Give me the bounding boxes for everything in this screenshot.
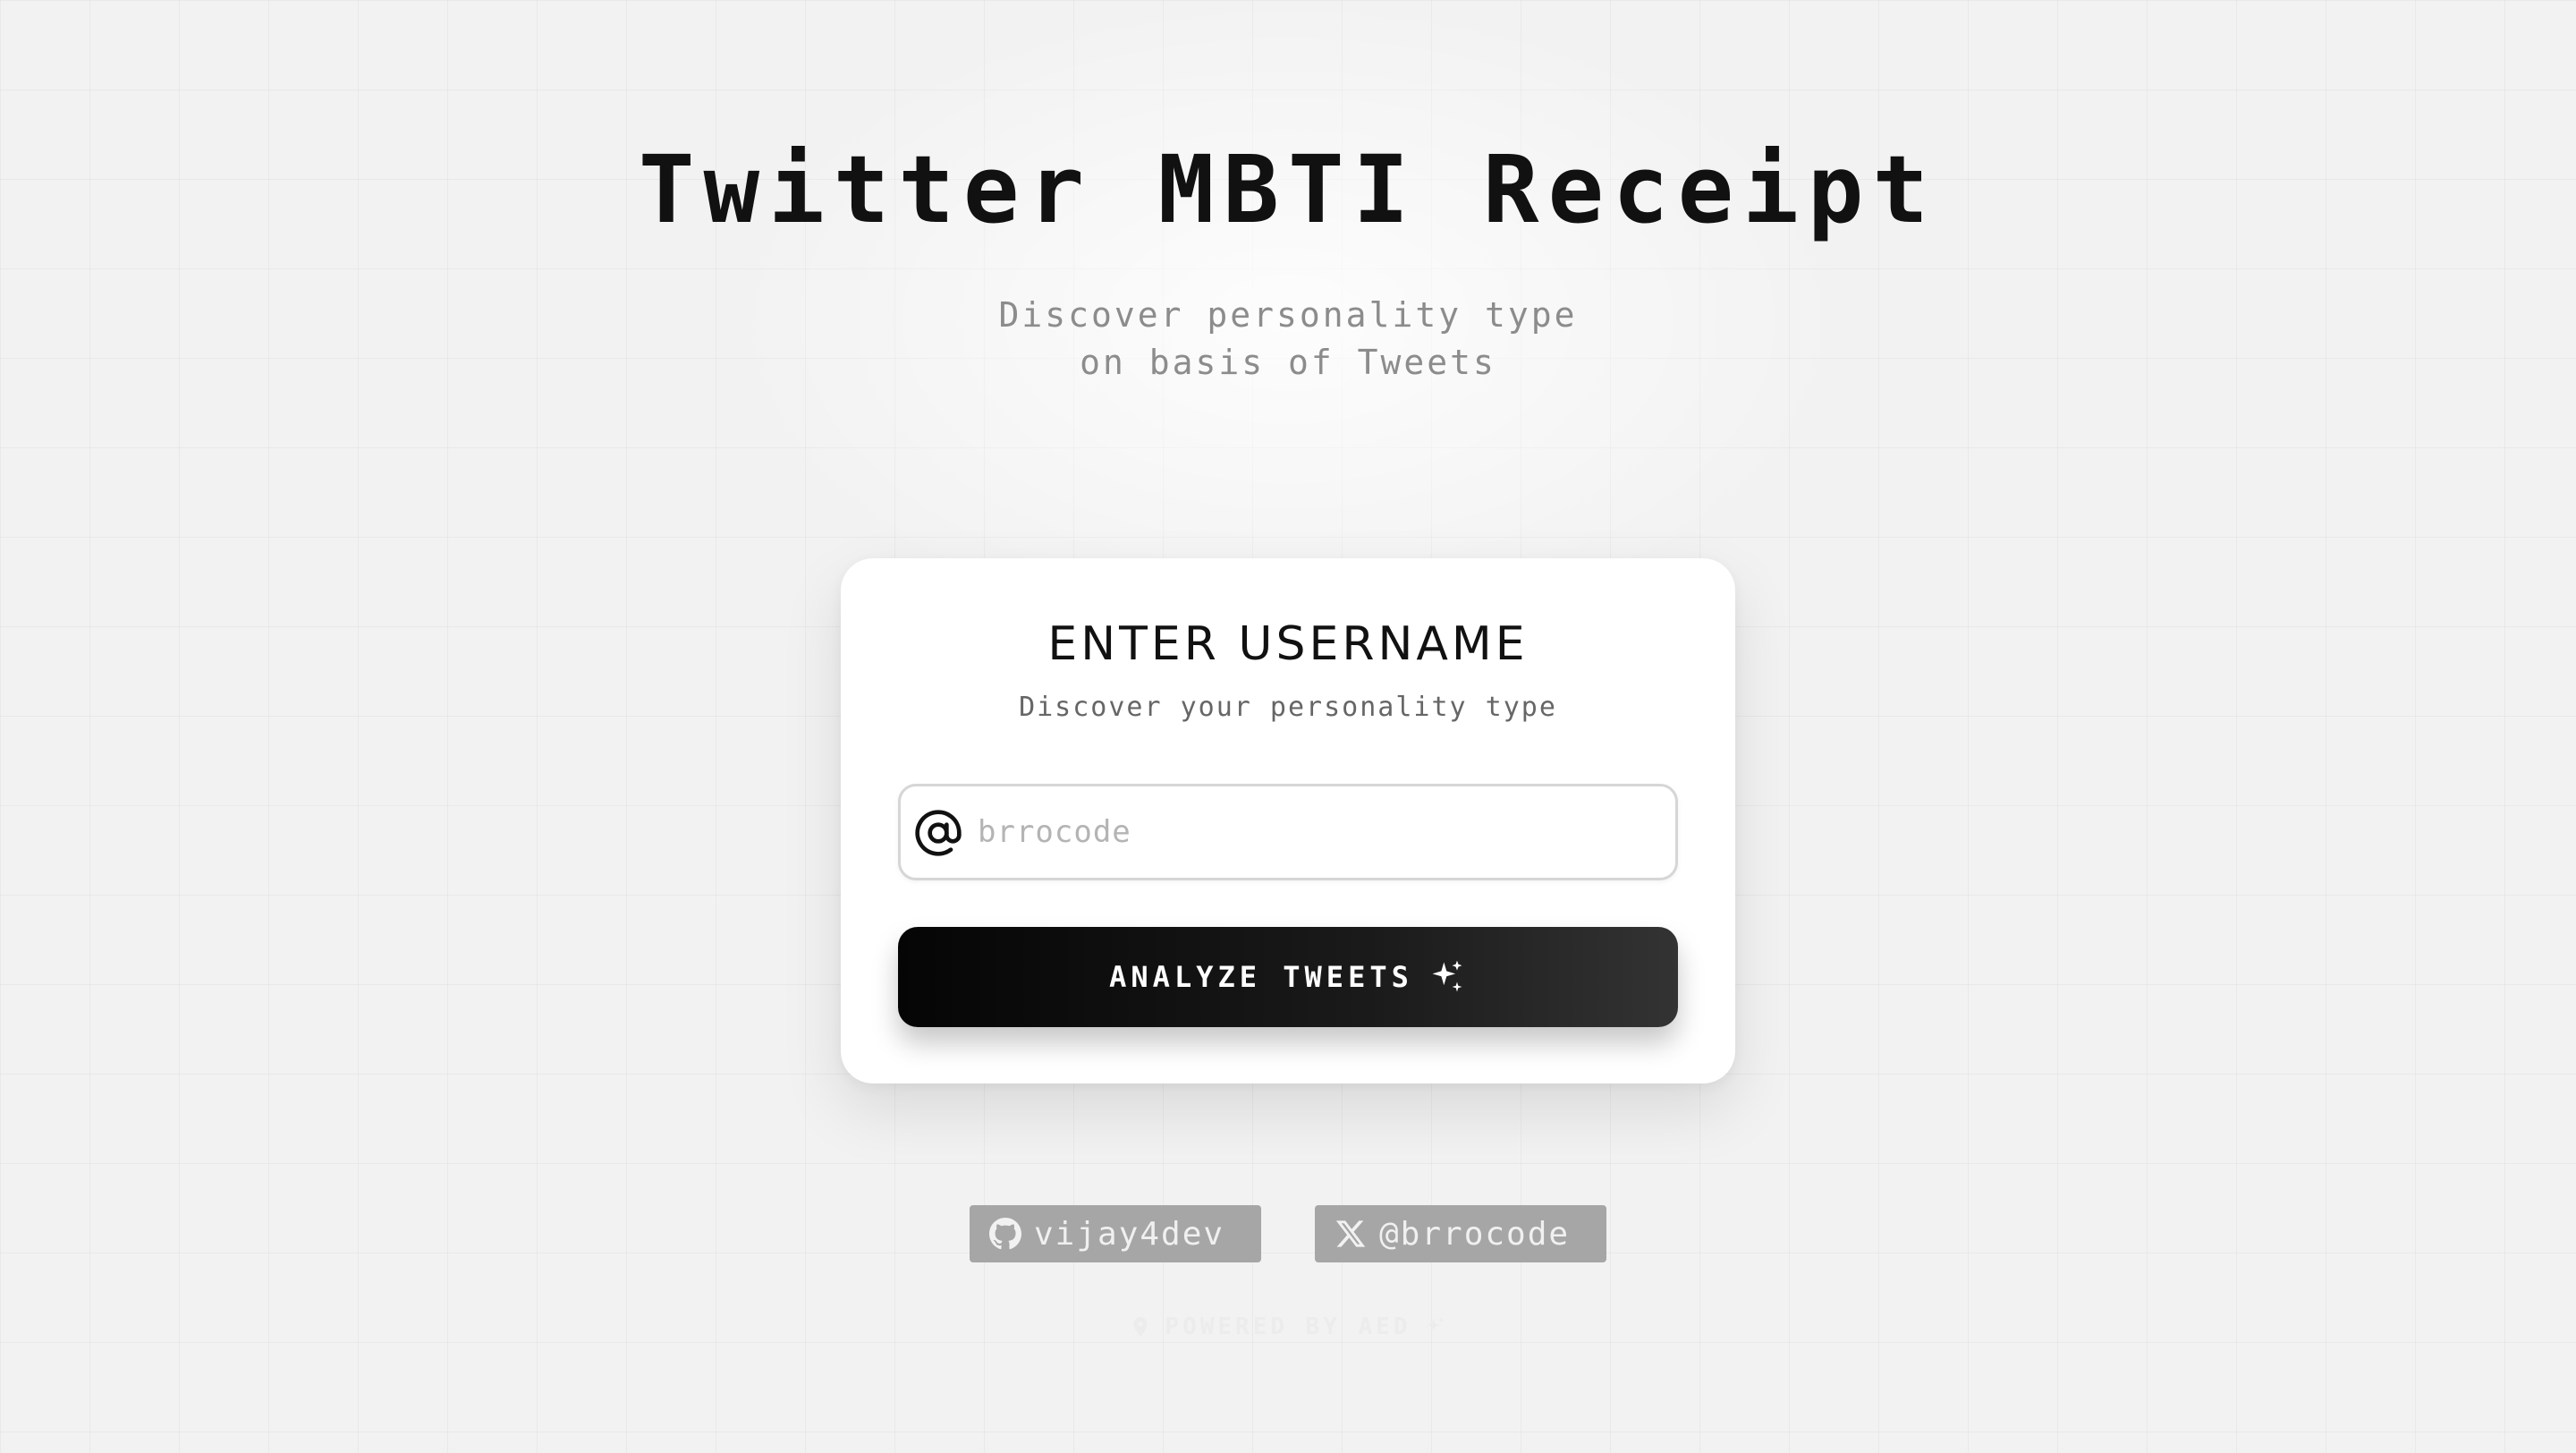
x-logo-icon bbox=[1335, 1220, 1366, 1247]
username-input[interactable] bbox=[978, 786, 1666, 878]
analyze-tweets-button[interactable]: ANALYZE TWEETS bbox=[898, 927, 1678, 1027]
github-handle: vijay4dev bbox=[1034, 1215, 1225, 1253]
subtitle-line-2: on basis of Tweets bbox=[1080, 343, 1496, 382]
page-title: Twitter MBTI Receipt bbox=[638, 135, 1938, 244]
card-subheading: Discover your personality type bbox=[1019, 692, 1557, 723]
powered-by-label: POWERED BY AED bbox=[1165, 1313, 1411, 1340]
card-heading: ENTER USERNAME bbox=[1047, 617, 1529, 671]
sparkles-icon bbox=[1432, 960, 1462, 992]
github-link[interactable]: vijay4dev bbox=[970, 1205, 1261, 1262]
page-subtitle: Discover personality type on basis of Tw… bbox=[0, 292, 2576, 387]
x-link[interactable]: @brrocode bbox=[1315, 1205, 1606, 1262]
username-field[interactable] bbox=[898, 784, 1678, 880]
analyze-button-label: ANALYZE TWEETS bbox=[1109, 960, 1413, 994]
at-sign-icon bbox=[915, 810, 962, 856]
x-handle: @brrocode bbox=[1379, 1215, 1571, 1253]
location-pin-icon bbox=[1133, 1317, 1148, 1337]
powered-by: POWERED BY AED bbox=[0, 1313, 2576, 1340]
username-card: ENTER USERNAME Discover your personality… bbox=[841, 558, 1735, 1083]
github-icon bbox=[989, 1218, 1021, 1250]
sparkles-small-icon bbox=[1426, 1317, 1445, 1332]
subtitle-line-1: Discover personality type bbox=[998, 295, 1578, 335]
